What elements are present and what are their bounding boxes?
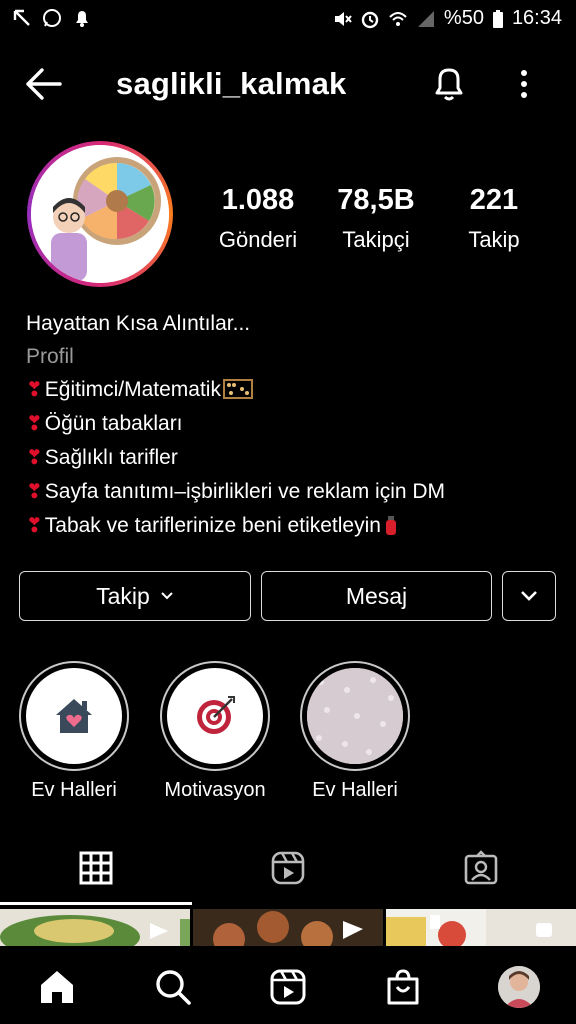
signal-icon: [417, 10, 434, 27]
pattern-icon: [307, 668, 403, 764]
bio-line-text: Tabak ve tariflerinize beni etiketleyin: [44, 514, 381, 537]
heart-exclamation-icon: ❣: [26, 515, 43, 537]
post-image: [0, 909, 190, 949]
shop-icon[interactable]: [384, 968, 422, 1006]
profile-avatar[interactable]: [31, 145, 169, 283]
bio-line-text: Öğün tabakları: [44, 412, 183, 435]
mute-icon: [334, 11, 352, 26]
reels-icon[interactable]: [270, 850, 306, 886]
highlight-cover: [167, 668, 263, 764]
profile-header: saglikli_kalmak: [0, 52, 576, 116]
stat-following-label: Takip: [468, 227, 520, 252]
avatar-illustration: [31, 145, 169, 283]
user-avatar-image: [498, 966, 540, 1008]
battery-percent: %50: [443, 7, 484, 29]
alarm-icon: [361, 11, 379, 28]
profile-bio: Hayattan Kısa Alıntılar... Profil ❣Eğiti…: [26, 307, 556, 543]
follow-button[interactable]: Takip: [19, 571, 251, 621]
chevron-down-icon: [161, 592, 173, 600]
bio-line-text: Sayfa tanıtımı–işbirlikleri ve reklam iç…: [44, 480, 446, 503]
missed-call-icon: [13, 9, 30, 26]
bio-line: ❣Öğün tabakları: [26, 407, 556, 441]
whatsapp-icon: [43, 9, 61, 27]
post-image: [193, 909, 383, 949]
tagged-icon[interactable]: [463, 850, 499, 886]
heart-exclamation-icon: ❣: [26, 481, 43, 503]
post-image: [386, 909, 576, 949]
post-thumbnail[interactable]: [0, 909, 190, 949]
post-thumbnail[interactable]: [386, 909, 576, 949]
heart-exclamation-icon: ❣: [26, 379, 43, 401]
heart-exclamation-icon: ❣: [26, 413, 43, 435]
active-tab-indicator: [0, 902, 192, 905]
clock: 16:34: [511, 7, 562, 29]
post-thumbnail[interactable]: [193, 909, 383, 949]
abacus-icon: [222, 379, 253, 399]
profile-category: Profil: [26, 345, 74, 368]
house-heart-icon: [56, 699, 92, 733]
reels-icon[interactable]: [269, 968, 307, 1006]
message-button-label: Mesaj: [345, 582, 408, 609]
status-left-icons: [12, 8, 92, 28]
bio-line: ❣Sayfa tanıtımı–işbirlikleri ve reklam i…: [26, 475, 556, 509]
more-options-icon[interactable]: [512, 64, 536, 104]
stat-followers-label: Takipçi: [342, 227, 410, 252]
bio-line: ❣Eğitimci/Matematik: [26, 373, 556, 407]
search-icon[interactable]: [154, 968, 192, 1006]
stat-posts-label: Gönderi: [218, 227, 298, 252]
target-icon: [197, 696, 235, 734]
highlight-ev-halleri[interactable]: [19, 661, 129, 771]
bio-line: ❣Tabak ve tariflerinize beni etiketleyin: [26, 509, 556, 543]
follow-button-label: Takip: [96, 582, 150, 609]
notification-bell-icon[interactable]: [432, 64, 466, 104]
stat-followers-value: 78,5B: [337, 184, 415, 216]
stat-following-value: 221: [469, 184, 519, 216]
bio-line: ❣Sağlıklı tarifler: [26, 441, 556, 475]
suggested-accounts-button[interactable]: [502, 571, 556, 621]
highlight-label: Ev Halleri: [312, 779, 398, 801]
grid-icon[interactable]: [78, 850, 114, 886]
profile-avatar[interactable]: [498, 966, 540, 1008]
stat-posts[interactable]: 1.088 Gönderi: [203, 184, 313, 253]
home-icon[interactable]: [38, 968, 76, 1006]
back-arrow-icon[interactable]: [24, 66, 64, 102]
highlight-cover: [307, 668, 403, 764]
notification-bell-icon: [76, 11, 88, 27]
highlight-ev-halleri-2[interactable]: [300, 661, 410, 771]
chevron-down-icon: [521, 591, 537, 601]
highlight-label: Motivasyon: [164, 779, 266, 801]
fire-extinguisher-icon: [385, 516, 396, 535]
profile-display-name: Hayattan Kısa Alıntılar...: [26, 312, 251, 335]
bio-line-text: Eğitimci/Matematik: [44, 378, 221, 401]
profile-username: saglikli_kalmak: [116, 66, 347, 101]
heart-exclamation-icon: ❣: [26, 447, 43, 469]
status-bar: %50 16:34: [0, 0, 576, 40]
wifi-icon: [389, 11, 407, 26]
stat-following[interactable]: 221 Takip: [439, 184, 549, 253]
status-right: %50 16:34: [332, 7, 562, 30]
highlight-label: Ev Halleri: [31, 779, 117, 801]
stat-followers[interactable]: 78,5B Takipçi: [321, 184, 431, 253]
bio-line-text: Sağlıklı tarifler: [44, 446, 178, 469]
stat-posts-value: 1.088: [221, 184, 295, 216]
battery-icon: [492, 9, 503, 28]
message-button[interactable]: Mesaj: [261, 571, 492, 621]
highlight-motivasyon[interactable]: [160, 661, 270, 771]
highlight-cover: [26, 668, 122, 764]
